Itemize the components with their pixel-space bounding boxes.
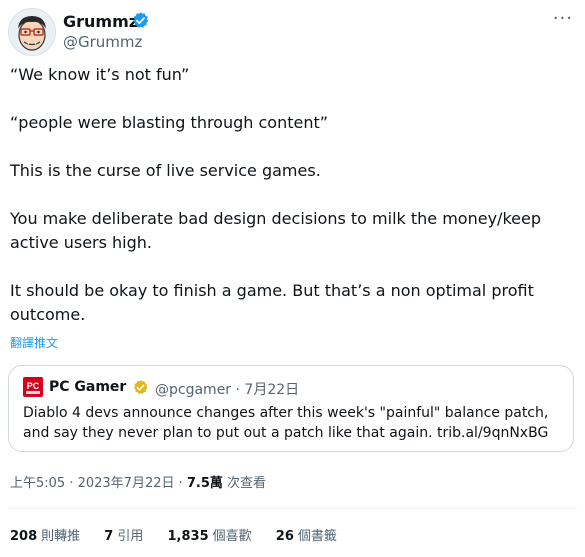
retweets-count: 208 bbox=[10, 529, 38, 544]
engagement-stats: 208 則轉推 7 引用 1,835 個喜歡 26 個書籤 bbox=[10, 525, 357, 544]
tweet-paragraph: This is the curse of live service games. bbox=[10, 161, 321, 180]
bookmarks-count: 26 bbox=[275, 529, 294, 544]
quote-author-name: PC Gamer bbox=[49, 379, 127, 395]
tweet-paragraph: You make deliberate bad design decisions… bbox=[10, 209, 541, 252]
handle[interactable]: @Grummz bbox=[63, 33, 142, 51]
likes-stat[interactable]: 1,835 個喜歡 bbox=[168, 525, 252, 544]
views-count: 7.5萬 bbox=[186, 476, 223, 491]
quote-text: Diablo 4 devs announce changes after thi… bbox=[23, 405, 549, 441]
translate-tweet-link[interactable]: 翻譯推文 bbox=[10, 334, 58, 351]
verified-badge-icon bbox=[133, 12, 149, 28]
tweet-paragraph: It should be okay to finish a game. But … bbox=[10, 281, 534, 324]
quotes-label: 引用 bbox=[117, 529, 144, 544]
divider bbox=[8, 508, 577, 509]
tweet-text: “We know it’s not fun” “people were blas… bbox=[10, 63, 576, 327]
quotes-count: 7 bbox=[104, 529, 114, 544]
tweet-paragraph: “people were blasting through content” bbox=[10, 113, 329, 132]
retweets-stat[interactable]: 208 則轉推 bbox=[10, 525, 80, 544]
tweet-paragraph: “We know it’s not fun” bbox=[10, 65, 190, 84]
bookmarks-stat[interactable]: 26 個書籤 bbox=[276, 525, 337, 544]
pc-gamer-logo-text: PC bbox=[27, 381, 40, 391]
retweets-label: 則轉推 bbox=[41, 529, 81, 544]
quote-meta: @pcgamer · 7月22日 bbox=[155, 382, 300, 398]
gold-verified-badge-icon bbox=[133, 380, 148, 395]
quotes-stat[interactable]: 7 引用 bbox=[104, 525, 143, 544]
pc-gamer-logo-icon: PC bbox=[23, 377, 43, 397]
views-label: 次查看 bbox=[222, 476, 267, 491]
quote-tweet-card[interactable]: PC PC Gamer @pcgamer · 7月22日 Diablo 4 de… bbox=[8, 365, 574, 452]
bookmarks-label: 個書籤 bbox=[297, 529, 337, 544]
timestamp-time[interactable]: 上午5:05 · 2023年7月22日 · bbox=[10, 476, 187, 491]
display-name[interactable]: Grummz bbox=[63, 12, 138, 31]
tweet-timestamp: 上午5:05 · 2023年7月22日 · 7.5萬 次查看 bbox=[10, 472, 266, 491]
likes-label: 個喜歡 bbox=[212, 529, 252, 544]
tweet-header: Grummz @Grummz ··· bbox=[8, 8, 577, 56]
more-options-icon[interactable]: ··· bbox=[553, 8, 573, 29]
avatar[interactable] bbox=[8, 8, 56, 56]
likes-count: 1,835 bbox=[167, 529, 209, 544]
